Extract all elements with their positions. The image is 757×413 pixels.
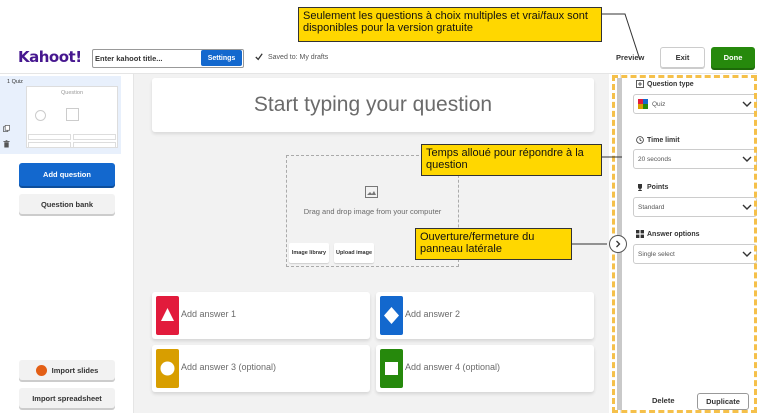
callout-free-version: Seulement les questions à choix multiple… bbox=[298, 7, 602, 42]
callout-leader-lines bbox=[571, 13, 641, 245]
callout-panel-toggle: Ouverture/fermeture du panneau latérale bbox=[415, 228, 572, 260]
callout-time-allowed: Temps alloué pour répondre à la question bbox=[421, 144, 602, 176]
